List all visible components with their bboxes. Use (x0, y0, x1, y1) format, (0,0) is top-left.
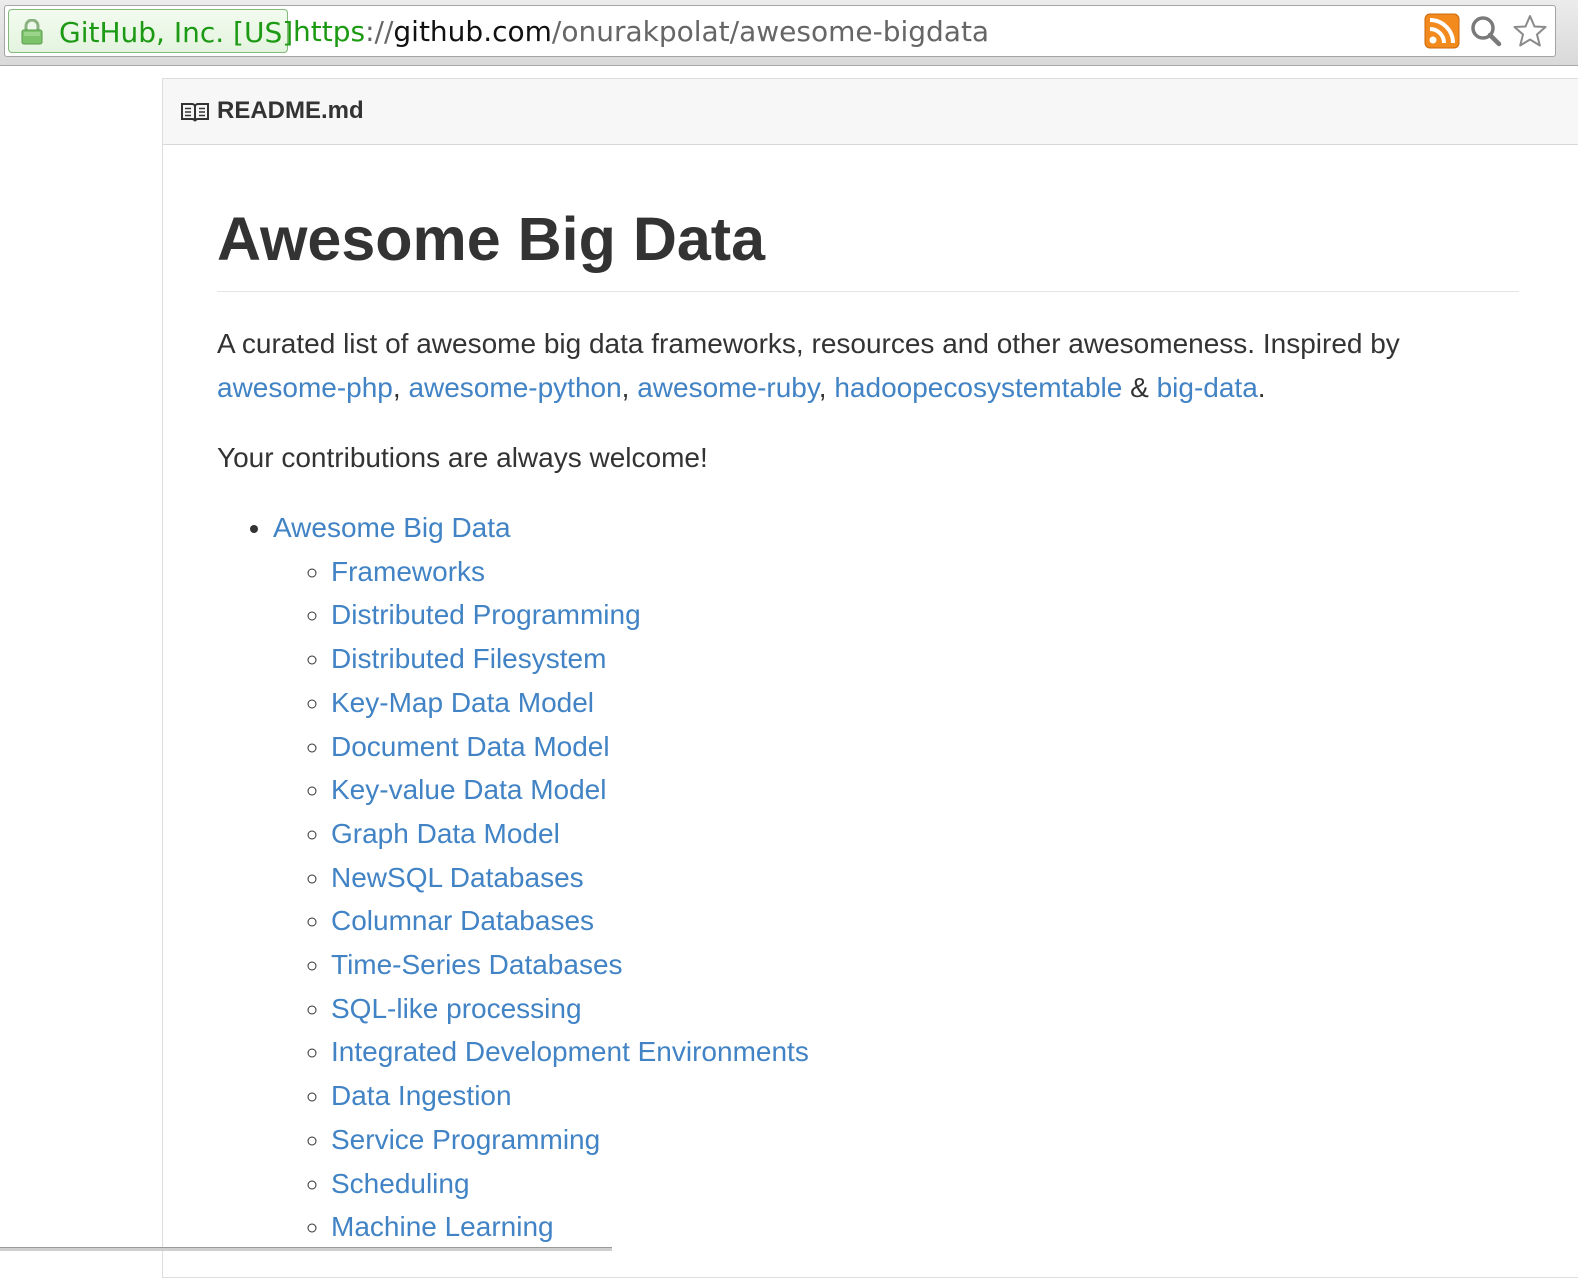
table-of-contents: Awesome Big Data Frameworks Distributed … (217, 506, 1519, 1249)
rss-icon[interactable] (1424, 13, 1460, 49)
toc-link-scheduling[interactable]: Scheduling (331, 1168, 470, 1199)
list-item: Frameworks (331, 550, 1519, 594)
list-item: Key-Map Data Model (331, 681, 1519, 725)
list-item: Key-value Data Model (331, 768, 1519, 812)
toc-link-key-map-data-model[interactable]: Key-Map Data Model (331, 687, 594, 718)
toc-link-document-data-model[interactable]: Document Data Model (331, 731, 610, 762)
url-text[interactable]: https://github.com/onurakpolat/awesome-b… (293, 15, 989, 48)
file-header: README.md (163, 79, 1578, 145)
list-item: Machine Learning (331, 1205, 1519, 1249)
list-item: Time-Series Databases (331, 943, 1519, 987)
address-bar[interactable]: GitHub, Inc. [US] https://github.com/onu… (4, 5, 1556, 57)
toc-root-item: Awesome Big Data Frameworks Distributed … (273, 506, 1519, 1249)
browser-toolbar: GitHub, Inc. [US] https://github.com/onu… (0, 0, 1578, 66)
list-item: NewSQL Databases (331, 856, 1519, 900)
toc-link-sql-like-processing[interactable]: SQL-like processing (331, 993, 582, 1024)
book-icon (181, 103, 209, 122)
page-title: Awesome Big Data (217, 203, 1519, 292)
link-big-data[interactable]: big-data (1157, 372, 1258, 403)
toc-link-distributed-programming[interactable]: Distributed Programming (331, 599, 641, 630)
list-item: SQL-like processing (331, 987, 1519, 1031)
toc-link-time-series-databases[interactable]: Time-Series Databases (331, 949, 623, 980)
list-item: Integrated Development Environments (331, 1030, 1519, 1074)
file-name: README.md (217, 97, 364, 124)
link-awesome-php[interactable]: awesome-php (217, 372, 393, 403)
readme-container: README.md Awesome Big Data A curated lis… (162, 78, 1578, 1278)
search-icon[interactable] (1468, 13, 1504, 49)
separator-comma: , (818, 372, 827, 403)
horizontal-scrollbar[interactable] (0, 1247, 612, 1251)
list-item: Service Programming (331, 1118, 1519, 1162)
link-awesome-python[interactable]: awesome-python (408, 372, 621, 403)
separator-comma: , (621, 372, 630, 403)
list-item: Columnar Databases (331, 899, 1519, 943)
list-item: Distributed Filesystem (331, 637, 1519, 681)
separator-period: . (1257, 372, 1266, 403)
ev-certificate-badge[interactable]: GitHub, Inc. [US] (8, 9, 293, 53)
separator-ampersand: & (1130, 372, 1149, 403)
separator-comma: , (392, 372, 401, 403)
toc-link-service-programming[interactable]: Service Programming (331, 1124, 600, 1155)
list-item: Scheduling (331, 1162, 1519, 1206)
url-scheme: https (293, 15, 366, 48)
star-icon[interactable] (1512, 13, 1548, 49)
toc-link-data-ingestion[interactable]: Data Ingestion (331, 1080, 512, 1111)
link-awesome-ruby[interactable]: awesome-ruby (637, 372, 819, 403)
toc-link-graph-data-model[interactable]: Graph Data Model (331, 818, 560, 849)
toc-link-machine-learning[interactable]: Machine Learning (331, 1211, 554, 1242)
toc-link-integrated-development-environments[interactable]: Integrated Development Environments (331, 1036, 809, 1067)
ev-label: GitHub, Inc. [US] (59, 16, 294, 49)
list-item: Document Data Model (331, 725, 1519, 769)
url-host: github.com (393, 15, 552, 48)
intro-paragraph: A curated list of awesome big data frame… (217, 322, 1519, 410)
toc-link-key-value-data-model[interactable]: Key-value Data Model (331, 774, 606, 805)
list-item: Data Ingestion (331, 1074, 1519, 1118)
toc-sublist: Frameworks Distributed Programming Distr… (273, 550, 1519, 1249)
toc-link-distributed-filesystem[interactable]: Distributed Filesystem (331, 643, 606, 674)
toc-link-awesome-big-data[interactable]: Awesome Big Data (273, 512, 511, 543)
intro-text: A curated list of awesome big data frame… (217, 328, 1400, 359)
toc-link-columnar-databases[interactable]: Columnar Databases (331, 905, 594, 936)
contributions-note: Your contributions are always welcome! (217, 442, 708, 473)
toc-link-newsql-databases[interactable]: NewSQL Databases (331, 862, 584, 893)
url-path: /onurakpolat/awesome-bigdata (551, 15, 990, 48)
link-hadoopecosystemtable[interactable]: hadoopecosystemtable (834, 372, 1122, 403)
readme-body: Awesome Big Data A curated list of aweso… (217, 145, 1519, 1249)
list-item: Distributed Programming (331, 593, 1519, 637)
url-separator: :// (365, 15, 394, 48)
list-item: Graph Data Model (331, 812, 1519, 856)
lock-icon (21, 19, 43, 45)
toc-link-frameworks[interactable]: Frameworks (331, 556, 485, 587)
